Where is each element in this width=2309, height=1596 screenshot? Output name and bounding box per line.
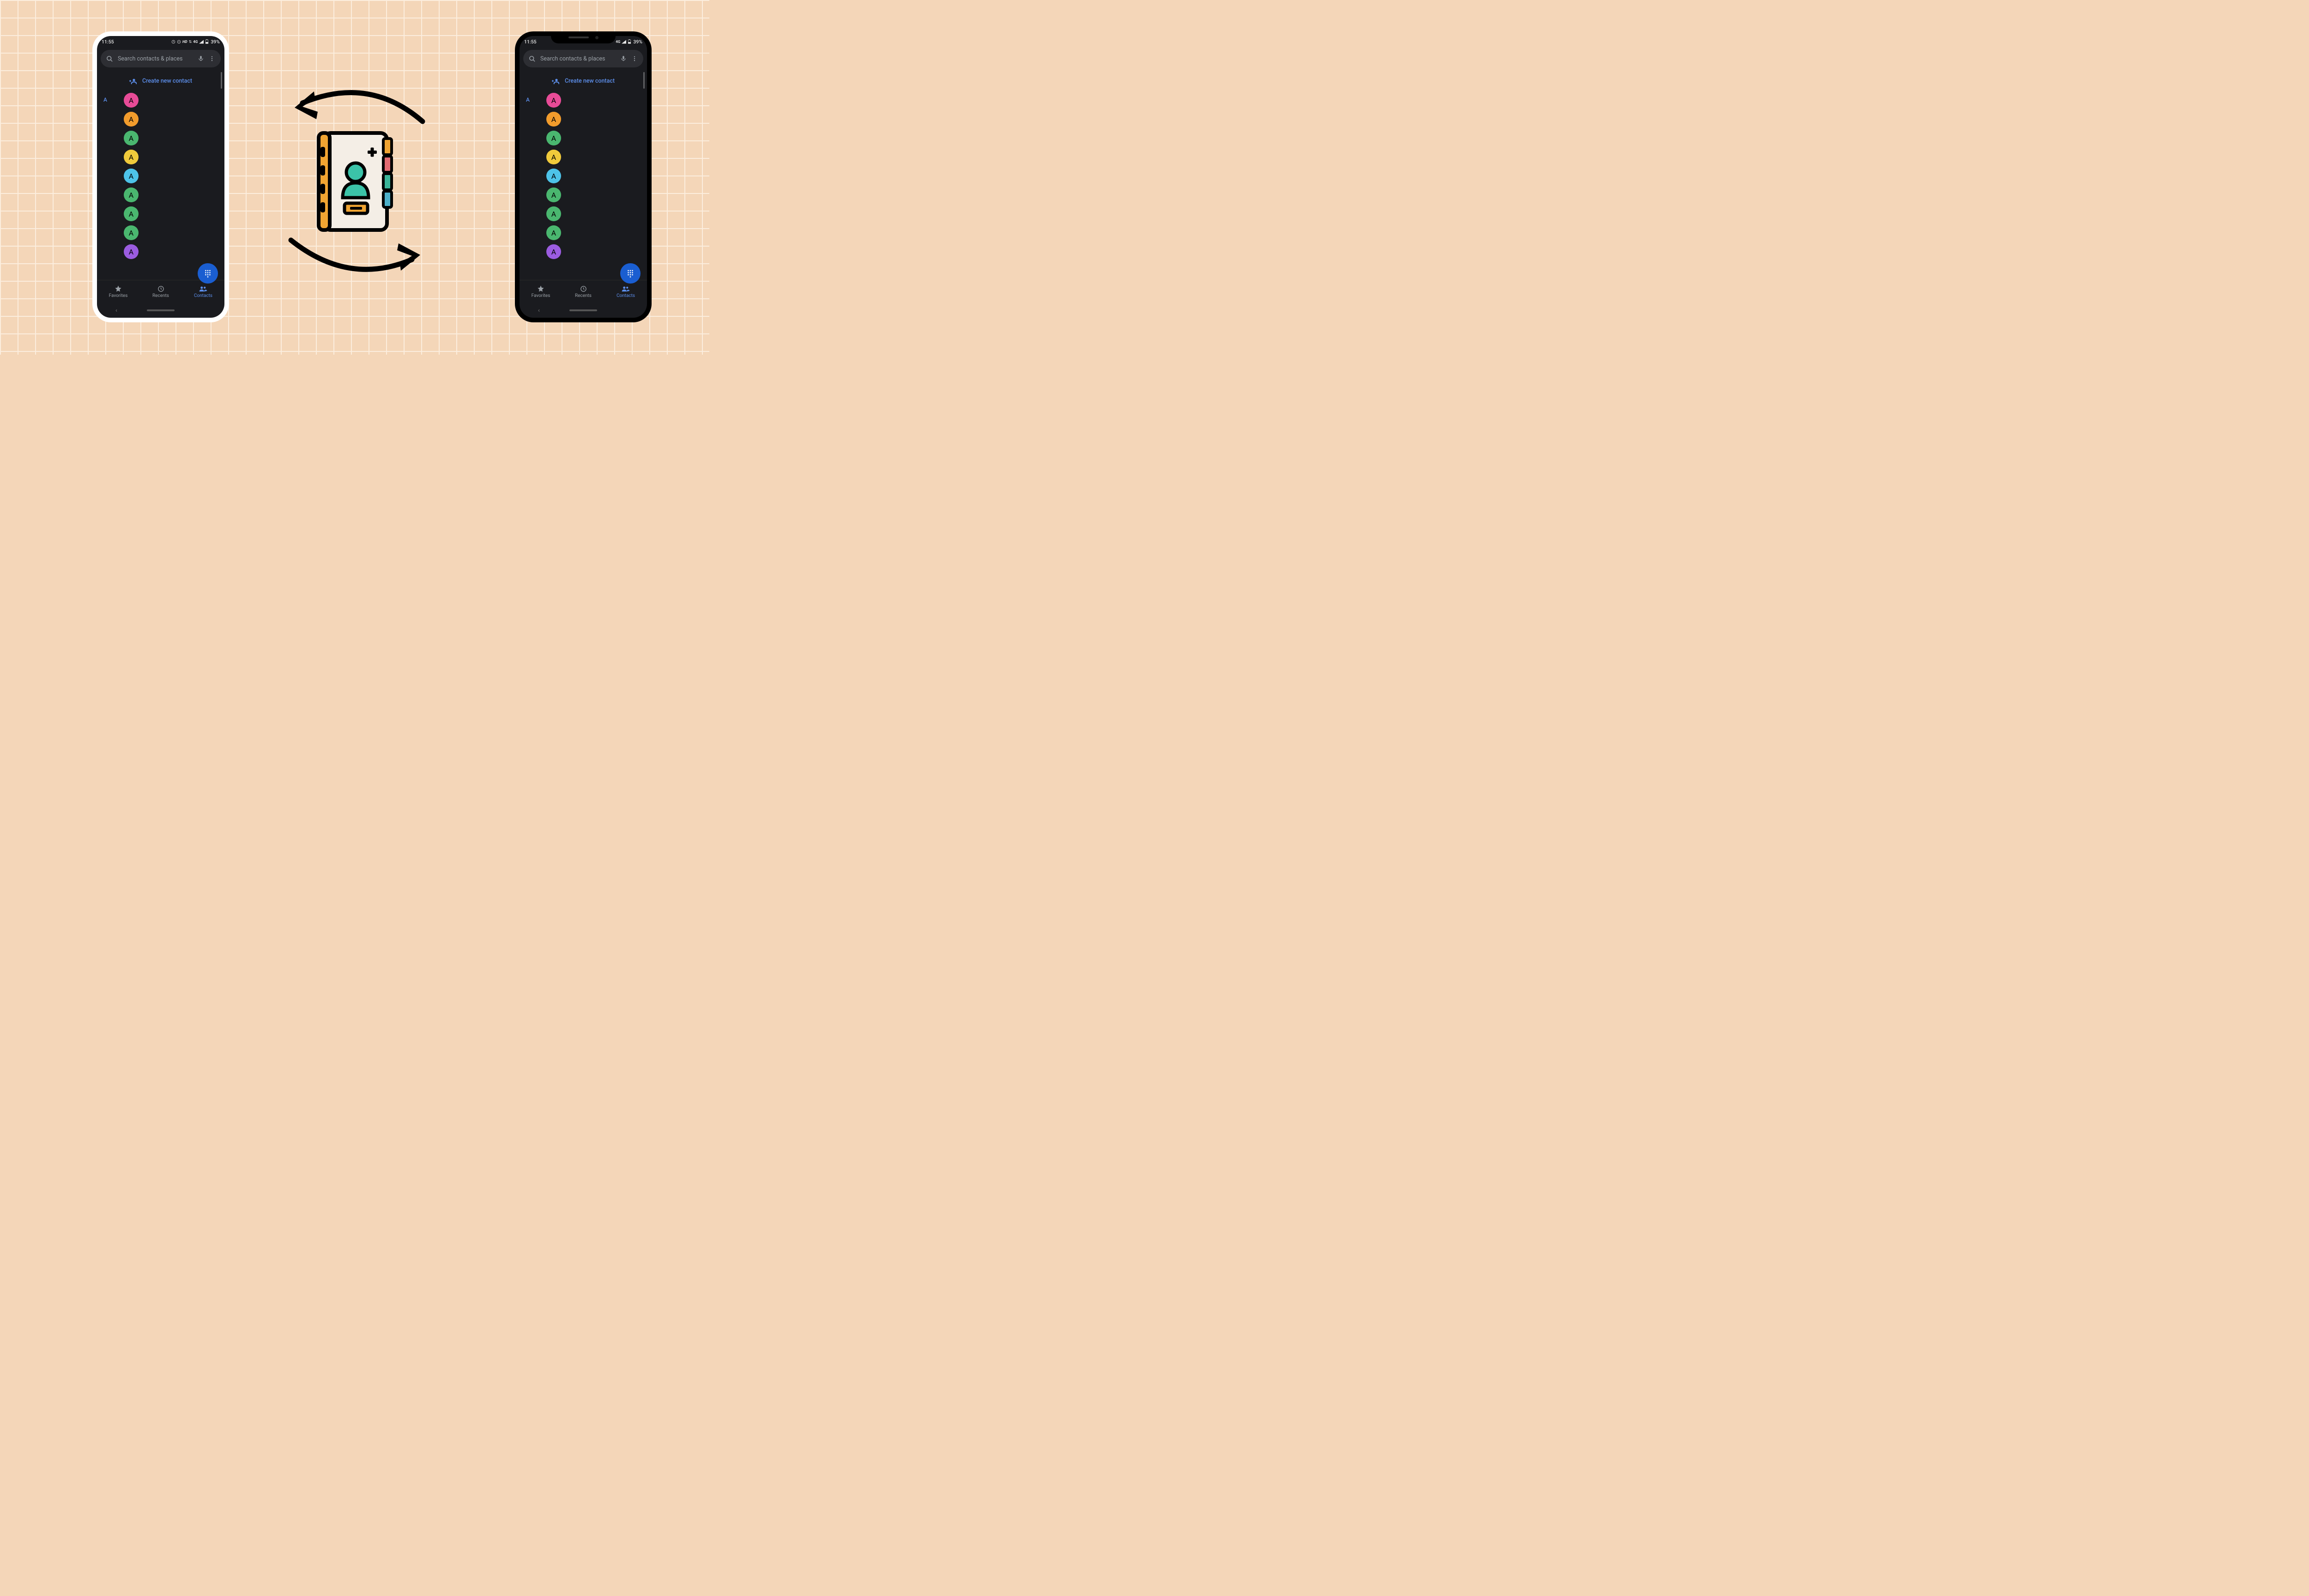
search-placeholder: Search contacts & places (540, 55, 616, 62)
clock-icon (157, 285, 164, 292)
back-button[interactable]: ‹ (538, 307, 540, 314)
nav-contacts[interactable]: Contacts (604, 280, 647, 303)
mic-icon[interactable] (620, 55, 627, 62)
home-pill[interactable] (569, 309, 597, 311)
add-person-icon (552, 78, 559, 85)
status-icons: 4G (616, 39, 631, 44)
nav-favorites[interactable]: Favorites (520, 280, 562, 303)
create-contact-label: Create new contact (142, 78, 192, 85)
back-button[interactable]: ‹ (115, 307, 117, 314)
more-icon[interactable] (631, 55, 638, 62)
contact-avatar[interactable]: A (546, 225, 561, 240)
contact-avatar[interactable]: A (124, 93, 139, 108)
status-icons: HD ⇅ 4G (171, 39, 209, 44)
mic-icon[interactable] (198, 55, 204, 62)
search-bar[interactable]: Search contacts & places (523, 50, 643, 67)
nav-recents[interactable]: Recents (562, 280, 604, 303)
nav-contacts[interactable]: Contacts (182, 280, 224, 303)
contact-avatar[interactable]: A (124, 244, 139, 259)
status-battery: 39% (633, 39, 642, 45)
address-book-illustration (314, 128, 397, 235)
people-icon (199, 285, 207, 292)
contact-avatar[interactable]: A (124, 169, 139, 183)
contact-avatar[interactable]: A (546, 150, 561, 164)
phone-notch (551, 31, 616, 43)
contact-avatar[interactable]: A (124, 150, 139, 164)
create-contact-button[interactable]: Create new contact (520, 71, 647, 93)
dialpad-icon (204, 269, 212, 278)
phone-left: 11:55 HD ⇅ 4G 39% Search contacts & plac… (92, 31, 229, 322)
contact-avatar[interactable]: A (546, 131, 561, 145)
section-letter: A (103, 97, 107, 103)
contact-avatar[interactable]: A (546, 187, 561, 202)
search-icon (106, 55, 113, 62)
dialpad-fab[interactable] (620, 263, 641, 284)
contacts-list[interactable]: A AAAAAAAAA (520, 93, 647, 280)
phone-right: 11:55 4G 39% Search contacts & places Cr… (515, 31, 652, 322)
system-nav: ‹ (97, 303, 224, 318)
contact-avatar[interactable]: A (546, 206, 561, 221)
dialpad-fab[interactable] (198, 263, 218, 284)
status-time: 11:55 (102, 39, 114, 45)
scrollbar[interactable] (221, 72, 222, 89)
contact-avatar[interactable]: A (546, 169, 561, 183)
contact-avatar[interactable]: A (546, 93, 561, 108)
search-bar[interactable]: Search contacts & places (101, 50, 221, 67)
contact-avatar[interactable]: A (124, 131, 139, 145)
clock-icon (580, 285, 587, 292)
home-pill[interactable] (147, 309, 175, 311)
section-letter: A (526, 97, 530, 103)
phone-left-screen: 11:55 HD ⇅ 4G 39% Search contacts & plac… (97, 36, 224, 318)
contact-avatar[interactable]: A (546, 112, 561, 127)
sync-arrow-right (277, 231, 434, 282)
create-contact-button[interactable]: Create new contact (97, 71, 224, 93)
people-icon (622, 285, 630, 292)
scrollbar[interactable] (643, 72, 645, 89)
sync-arrow-left (282, 82, 434, 133)
more-icon[interactable] (209, 55, 215, 62)
contact-avatar[interactable]: A (546, 244, 561, 259)
contact-avatar[interactable]: A (124, 112, 139, 127)
status-time: 11:55 (524, 39, 537, 45)
search-placeholder: Search contacts & places (118, 55, 193, 62)
star-icon (115, 285, 122, 292)
create-contact-label: Create new contact (565, 78, 615, 85)
status-bar: 11:55 HD ⇅ 4G 39% (97, 36, 224, 46)
status-battery: 39% (211, 39, 220, 45)
phone-right-screen: 11:55 4G 39% Search contacts & places Cr… (520, 36, 647, 318)
star-icon (537, 285, 544, 292)
system-nav: ‹ (520, 303, 647, 318)
search-icon (529, 55, 536, 62)
dialpad-icon (626, 269, 635, 278)
contact-avatar[interactable]: A (124, 187, 139, 202)
nav-recents[interactable]: Recents (139, 280, 182, 303)
contact-avatar[interactable]: A (124, 225, 139, 240)
add-person-icon (129, 78, 137, 85)
contacts-list[interactable]: A AAAAAAAAA (97, 93, 224, 280)
nav-favorites[interactable]: Favorites (97, 280, 139, 303)
contact-avatar[interactable]: A (124, 206, 139, 221)
